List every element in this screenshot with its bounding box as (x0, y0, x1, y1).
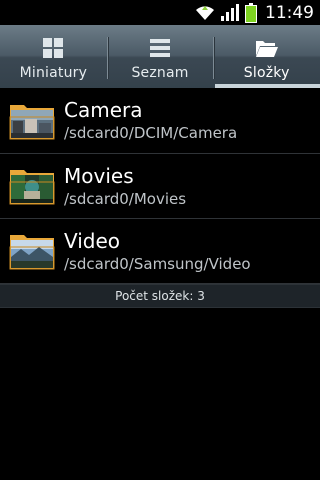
tab-label: Složky (243, 65, 290, 81)
folder-count-label: Počet složek: 3 (0, 284, 320, 308)
folder-name: Video (64, 228, 121, 253)
folder-path: /sdcard0/Movies (64, 189, 187, 208)
tab-seznam[interactable]: Seznam (106, 25, 214, 88)
folder-thumbnail-icon (9, 104, 55, 139)
tab-miniatury[interactable]: Miniatury (0, 25, 107, 88)
tab-label: Seznam (131, 65, 189, 81)
status-bar: 11:49 (0, 0, 320, 25)
grid-icon (43, 38, 64, 58)
folder-name: Camera (64, 98, 143, 122)
folder-list: Camera /sdcard0/DCIM/Camera Movies /sdca… (0, 88, 320, 284)
list-icon (150, 39, 170, 57)
folder-item-movies[interactable]: Movies /sdcard0/Movies (0, 154, 320, 219)
folder-thumbnail-icon (9, 170, 55, 205)
tab-slozky[interactable]: Složky (213, 25, 320, 88)
status-clock: 11:49 (265, 2, 314, 23)
tab-bar: Miniatury Seznam Složky (0, 25, 320, 88)
folder-open-icon (255, 41, 278, 57)
signal-icon (221, 4, 239, 21)
folder-thumbnail-icon (9, 235, 55, 270)
folder-item-video[interactable]: Video /sdcard0/Samsung/Video (0, 219, 320, 284)
folder-item-camera[interactable]: Camera /sdcard0/DCIM/Camera (0, 88, 320, 154)
folder-name: Movies (64, 163, 134, 188)
tab-label: Miniatury (19, 65, 88, 81)
folder-path: /sdcard0/Samsung/Video (64, 254, 251, 273)
folder-path: /sdcard0/DCIM/Camera (64, 124, 238, 142)
wifi-icon (196, 5, 214, 20)
battery-icon (245, 2, 257, 23)
